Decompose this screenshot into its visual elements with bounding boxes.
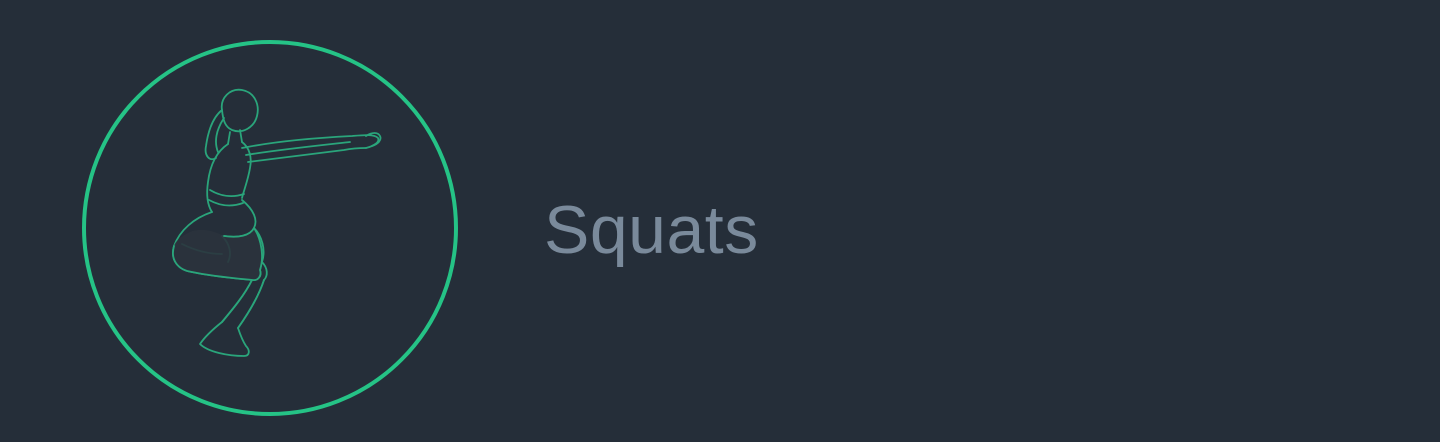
squat-figure-icon xyxy=(82,40,458,416)
exercise-list-item[interactable]: Squats xyxy=(0,0,1440,442)
exercise-name: Squats xyxy=(544,192,759,268)
exercise-thumbnail xyxy=(82,40,458,416)
